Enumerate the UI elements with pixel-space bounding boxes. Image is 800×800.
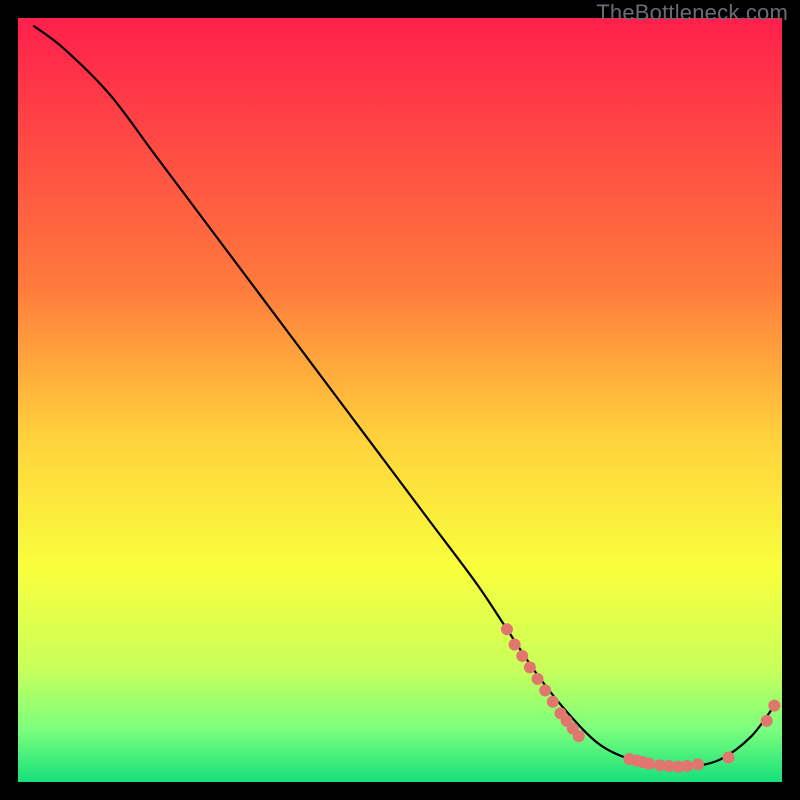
- bottleneck-chart: [0, 0, 800, 800]
- plot-background: [18, 18, 782, 782]
- highlight-dot: [509, 638, 521, 650]
- highlight-dot: [547, 696, 559, 708]
- highlight-dot: [723, 752, 735, 764]
- highlight-dot: [501, 623, 513, 635]
- watermark-text: TheBottleneck.com: [596, 0, 788, 26]
- highlight-dot: [643, 758, 655, 770]
- highlight-dot: [681, 760, 693, 772]
- highlight-dot: [573, 730, 585, 742]
- highlight-dot: [524, 661, 536, 673]
- highlight-dot: [539, 684, 551, 696]
- highlight-dot: [692, 758, 704, 770]
- highlight-dot: [516, 650, 528, 662]
- highlight-dot: [768, 700, 780, 712]
- chart-container: TheBottleneck.com: [0, 0, 800, 800]
- highlight-dot: [532, 673, 544, 685]
- highlight-dot: [761, 715, 773, 727]
